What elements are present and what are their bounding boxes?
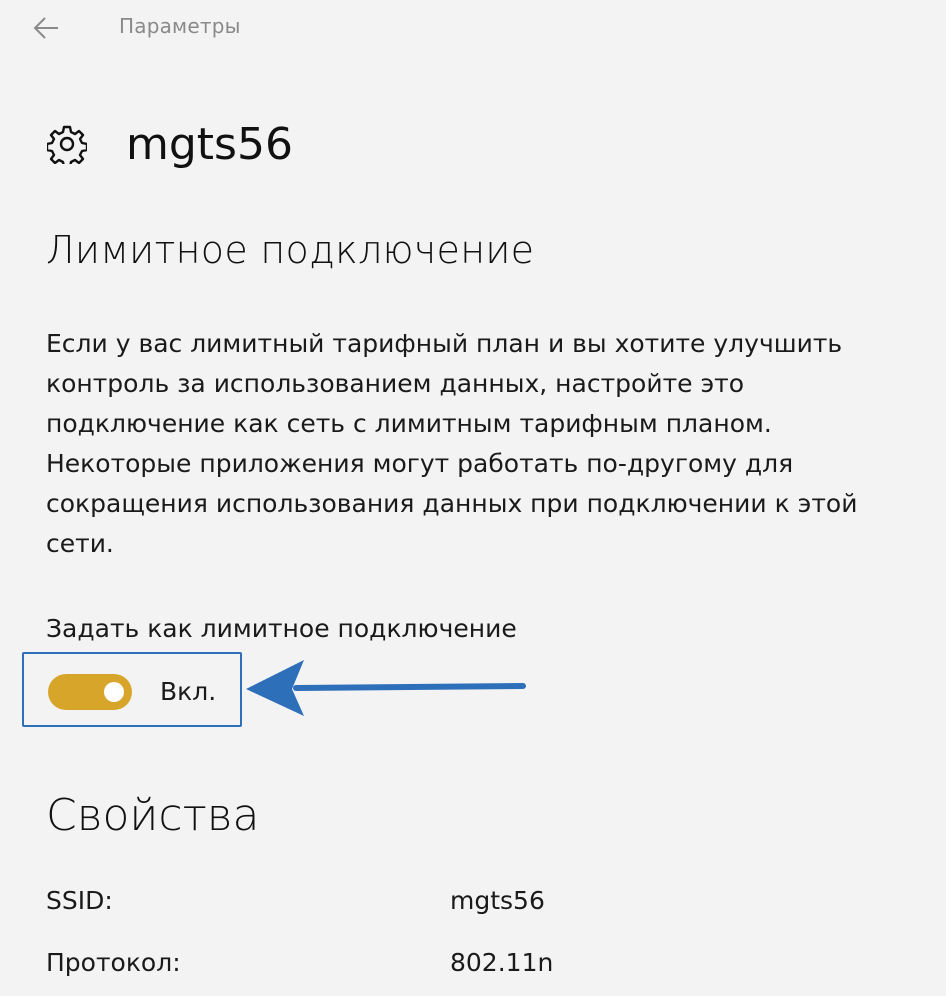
metered-toggle-switch[interactable] [48, 674, 132, 710]
app-title: Параметры [119, 14, 241, 38]
property-key: SSID: [46, 886, 113, 915]
property-value: mgts56 [450, 886, 545, 915]
property-row-ssid: SSID: mgts56 [46, 886, 906, 926]
metered-toggle-highlight: Вкл. [22, 652, 242, 727]
back-arrow-icon [33, 17, 58, 39]
property-key: Протокол: [46, 948, 181, 977]
gear-icon [46, 123, 88, 165]
back-button[interactable] [30, 12, 62, 44]
properties-section-title: Свойства [46, 790, 260, 841]
toggle-knob [104, 682, 124, 702]
toggle-state-text: Вкл. [160, 677, 217, 706]
metered-section-title: Лимитное подключение [46, 228, 535, 272]
annotation-arrow-icon [246, 660, 526, 716]
page-title: mgts56 [126, 118, 293, 170]
page-header: mgts56 [46, 112, 293, 176]
property-value: 802.11n [450, 948, 554, 977]
metered-toggle-label: Задать как лимитное подключение [46, 614, 517, 643]
metered-description: Если у вас лимитный тарифный план и вы х… [46, 329, 858, 558]
title-bar: Параметры [0, 0, 946, 56]
property-row-protocol: Протокол: 802.11n [46, 948, 906, 988]
